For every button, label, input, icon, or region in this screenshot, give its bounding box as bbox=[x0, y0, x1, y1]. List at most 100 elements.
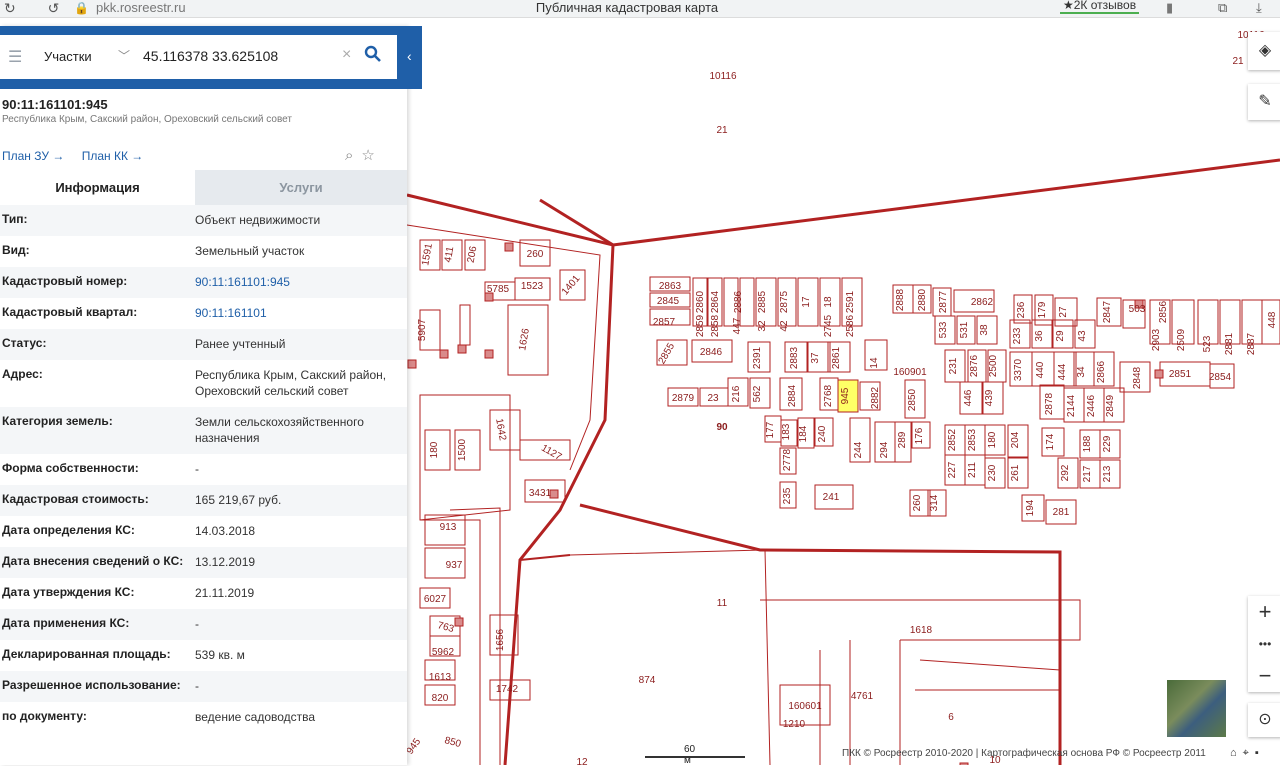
parcel-label: 211 bbox=[967, 462, 978, 478]
parcel-label: 260 bbox=[527, 249, 544, 260]
parcel-label: 43 bbox=[1077, 330, 1088, 342]
parcel-label: 2878 bbox=[1044, 392, 1055, 415]
map-footer-icons[interactable]: ⌂⌖▪ bbox=[1230, 747, 1265, 760]
parcel-label: 236 bbox=[1016, 301, 1027, 318]
parcel-label: 503 bbox=[1129, 304, 1146, 315]
zoom-more-icon[interactable]: ••• bbox=[1248, 628, 1280, 660]
parcel-label: 945 bbox=[840, 387, 851, 404]
ruler-icon[interactable]: ✎ bbox=[1248, 84, 1280, 120]
property-row: Разрешенное использование: - bbox=[0, 671, 407, 702]
basemap-switcher[interactable] bbox=[1166, 679, 1227, 738]
property-key: Дата определения КС: bbox=[2, 523, 135, 537]
parcel-label: 2887 bbox=[1246, 332, 1257, 355]
property-key: Разрешенное использование: bbox=[2, 678, 181, 692]
parcel-label: 2885 bbox=[757, 290, 768, 313]
property-value: 21.11.2019 bbox=[195, 586, 255, 600]
parcel-label: 2882 bbox=[870, 386, 881, 409]
parcel-label: 2866 bbox=[1096, 360, 1107, 383]
parcel-label: 913 bbox=[440, 522, 457, 533]
property-row: Декларированная площадь: 539 кв. м bbox=[0, 640, 407, 671]
parcel-label: 2853 bbox=[967, 428, 978, 451]
parcel-label: 5907 bbox=[417, 318, 428, 341]
parcel-label: 183 bbox=[781, 423, 792, 440]
compass-icon[interactable]: ⊙ bbox=[1248, 703, 1280, 737]
property-value: Земельный участок bbox=[195, 244, 305, 258]
parcel-label: 2847 bbox=[1102, 300, 1113, 323]
property-value[interactable]: 90:11:161101:945 bbox=[195, 274, 395, 290]
parcel-label: 2778 bbox=[782, 448, 793, 471]
chevron-down-icon[interactable]: ﹀ bbox=[118, 47, 130, 64]
parcel-label: 2879 bbox=[672, 393, 695, 404]
zoom-control: + ••• − bbox=[1248, 596, 1280, 692]
property-key: Статус: bbox=[2, 336, 47, 350]
property-row: Адрес: Республика Крым, Сакский район, Ор… bbox=[0, 360, 407, 407]
bookmark-icon[interactable]: ▮ bbox=[1166, 0, 1173, 16]
zoom-out-button[interactable]: − bbox=[1248, 660, 1280, 692]
reviews-badge[interactable]: ★2К отзывов bbox=[1060, 0, 1140, 14]
plan-zu-link[interactable]: План ЗУ → bbox=[2, 149, 64, 163]
menu-icon[interactable]: ☰ bbox=[8, 47, 22, 67]
property-value[interactable]: 90:11:161101 bbox=[195, 305, 395, 321]
star-icon[interactable]: ☆ bbox=[361, 147, 382, 164]
parcel-label: 2856 bbox=[1158, 300, 1169, 323]
search-icon[interactable] bbox=[364, 45, 382, 68]
quarter-label-21: 21 bbox=[716, 125, 728, 136]
parcel-label: 2854 bbox=[1209, 372, 1232, 383]
parcel-label: 314 bbox=[929, 494, 940, 511]
property-value: Ранее учтенный bbox=[195, 337, 286, 351]
quarter-label-10116: 10116 bbox=[709, 71, 737, 82]
parcel-label: 2851 bbox=[1169, 369, 1192, 380]
parcel-label: 184 bbox=[798, 425, 809, 442]
property-row: Дата внесения сведений о КС: 13.12.2019 bbox=[0, 547, 407, 578]
parcel-boundary bbox=[420, 519, 481, 765]
parcel-label: 5962 bbox=[432, 647, 455, 658]
property-row: Кадастровая стоимость: 165 219,67 руб. bbox=[0, 485, 407, 516]
parcel-label: 2846 bbox=[700, 347, 723, 358]
property-value: - bbox=[195, 679, 199, 693]
parcel-label: 12 bbox=[576, 757, 588, 765]
download-icon[interactable]: ⤓ bbox=[1256, 0, 1262, 16]
parcel-label: 2852 bbox=[947, 428, 958, 451]
parcel-label: 2880 bbox=[917, 288, 928, 311]
parcel-label: 227 bbox=[947, 461, 958, 478]
tab-info[interactable]: Информация bbox=[0, 170, 195, 205]
plan-kk-link[interactable]: План КК → bbox=[82, 149, 144, 163]
parcel-label: 1401 bbox=[560, 273, 583, 297]
parcel-label: 18 bbox=[823, 296, 834, 308]
parcel-label: 229 bbox=[1102, 435, 1113, 452]
parcel-label: 194 bbox=[1025, 499, 1036, 516]
search-input[interactable] bbox=[143, 48, 333, 64]
parcel-label: 231 bbox=[948, 357, 959, 374]
property-key: Кадастровый номер: bbox=[2, 274, 128, 288]
tab-services[interactable]: Услуги bbox=[195, 170, 407, 205]
parcel-label: 440 bbox=[1035, 361, 1046, 378]
parcel-label: 2861 bbox=[831, 346, 842, 369]
building bbox=[549, 489, 559, 499]
parcel-label: 444 bbox=[1057, 363, 1068, 380]
collapse-sidebar-icon[interactable]: ‹ bbox=[407, 48, 412, 64]
parcel-label: 42 bbox=[779, 320, 790, 332]
zoom-in-button[interactable]: + bbox=[1248, 596, 1280, 628]
parcel-label: 17 bbox=[801, 296, 812, 308]
clear-icon[interactable]: × bbox=[342, 46, 351, 64]
parcel-label: 523 bbox=[1202, 335, 1213, 352]
property-row: Дата утверждения КС: 21.11.2019 bbox=[0, 578, 407, 609]
parcel-label: 261 bbox=[1010, 464, 1021, 481]
extensions-icon[interactable]: ⧉ bbox=[1218, 0, 1227, 16]
search-type-select[interactable]: Участки bbox=[44, 49, 92, 64]
search-box: ☰ Участки ﹀ × bbox=[0, 35, 397, 79]
parcel-label: 2591 bbox=[845, 290, 856, 313]
parcel-label: 874 bbox=[639, 675, 656, 686]
parcel-label: 204 bbox=[1010, 431, 1021, 448]
parcel-label: 281 bbox=[1053, 507, 1070, 518]
property-key: Категория земель: bbox=[2, 414, 113, 428]
property-value: - bbox=[195, 462, 199, 476]
zoom-to-object-icon[interactable]: ⌕ bbox=[345, 147, 361, 164]
parcel-label: 5785 bbox=[487, 284, 510, 295]
property-key: Форма собственности: bbox=[2, 461, 139, 475]
parcel-label: 37 bbox=[810, 352, 821, 364]
property-key: Декларированная площадь: bbox=[2, 647, 171, 661]
layers-icon[interactable]: ◈ bbox=[1248, 32, 1280, 70]
parcel-label: 294 bbox=[879, 441, 890, 458]
building bbox=[439, 349, 449, 359]
